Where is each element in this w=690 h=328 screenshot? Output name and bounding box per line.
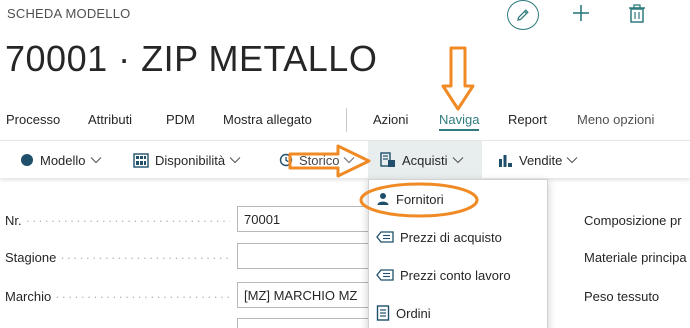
edit-button[interactable] [507,0,539,30]
edit-icon [517,9,529,21]
menu-meno-opzioni[interactable]: Meno opzioni [577,112,654,127]
field-label-stagione: Stagione······························ [5,250,230,265]
marchio-field[interactable]: [MZ] MARCHIO MZ [237,282,372,308]
menu-attributi[interactable]: Attributi [88,112,132,127]
price-tag-icon [376,231,394,243]
chevron-down-icon [566,156,578,164]
circle-icon [20,153,34,167]
field-label-text: Stagione [5,250,57,265]
dropdown-item-ordini[interactable]: Ordini [369,294,549,328]
new-button[interactable] [570,2,592,24]
toolbar-acquisti-label: Acquisti [402,152,448,168]
dropdown-item-label: Prezzi di acquisto [400,229,502,245]
toolbar-vendite-label: Vendite [519,152,563,168]
toolbar-disponibilita[interactable]: Disponibilità [133,141,241,179]
chevron-down-icon [343,156,355,164]
history-icon [279,153,293,167]
toolbar-vendite[interactable]: Vendite [497,141,578,179]
dropdown-item-label: Fornitori [396,191,444,207]
right-label-materiale: Materiale principa [584,250,687,265]
dropdown-item-fornitori[interactable]: Fornitori [369,180,549,218]
field-label-text: Marchio [5,289,52,304]
dropdown-item-prezzi-acquisto[interactable]: Prezzi di acquisto [369,218,549,256]
next-field[interactable] [237,318,372,328]
trash-icon [629,4,645,23]
dropdown-item-prezzi-conto-lavoro[interactable]: Prezzi conto lavoro [369,256,549,294]
stagione-field[interactable] [237,243,372,269]
leader-dots: ······························ [55,289,230,304]
chevron-down-icon [229,156,241,164]
purchase-icon [380,152,396,168]
menu-azioni[interactable]: Azioni [373,112,408,127]
field-label-nr: Nr. ··································· [5,213,230,228]
dropdown-item-label: Ordini [396,305,431,321]
toolbar-storico-label: Storico [299,152,340,168]
menu-report[interactable]: Report [508,112,547,127]
page-title: 70001 · ZIP METALLO [5,38,378,79]
menu-pdm[interactable]: PDM [166,112,195,127]
toolbar-acquisti[interactable]: Acquisti [368,141,482,179]
leader-dots: ······························ [60,250,230,265]
chevron-down-icon [452,156,464,164]
right-label-peso: Peso tessuto [584,289,660,304]
acquisti-dropdown-menu: Fornitori Prezzi di acquisto Prezzi cont… [368,179,548,328]
sales-icon [497,152,513,168]
annotation-down-arrow [441,46,475,111]
toolbar-storico[interactable]: Storico [279,141,355,179]
nr-field[interactable]: 70001 [237,206,372,232]
action-menu-bar: Processo Attributi PDM Mostra allegato A… [0,112,690,132]
field-label-text: Nr. [5,213,22,228]
toolbar-modello[interactable]: Modello [20,141,102,179]
menu-mostra-allegato[interactable]: Mostra allegato [223,112,312,127]
person-icon [376,192,390,206]
chevron-down-icon [90,156,102,164]
right-label-composizione: Composizione pr [584,213,682,228]
menu-naviga[interactable]: Naviga [439,112,480,131]
grid-icon [133,152,149,168]
general-fasttab: Nr. ··································· 7… [0,190,690,328]
toolbar-disponibilita-label: Disponibilità [155,152,226,168]
entity-type-label: SCHEDA MODELLO [7,6,131,21]
plus-icon [573,5,589,21]
price-tag-icon [376,269,394,281]
toolbar-modello-label: Modello [40,152,86,168]
delete-button[interactable] [627,3,647,25]
field-label-marchio: Marchio ······························ [5,289,230,304]
menu-processo[interactable]: Processo [6,112,60,127]
document-icon [376,305,390,321]
navigate-toolbar: Modello Disponibilità Storico Acquisti V… [0,140,690,179]
leader-dots: ··································· [25,213,230,228]
dropdown-item-label: Prezzi conto lavoro [400,267,511,283]
menu-separator [346,108,347,132]
